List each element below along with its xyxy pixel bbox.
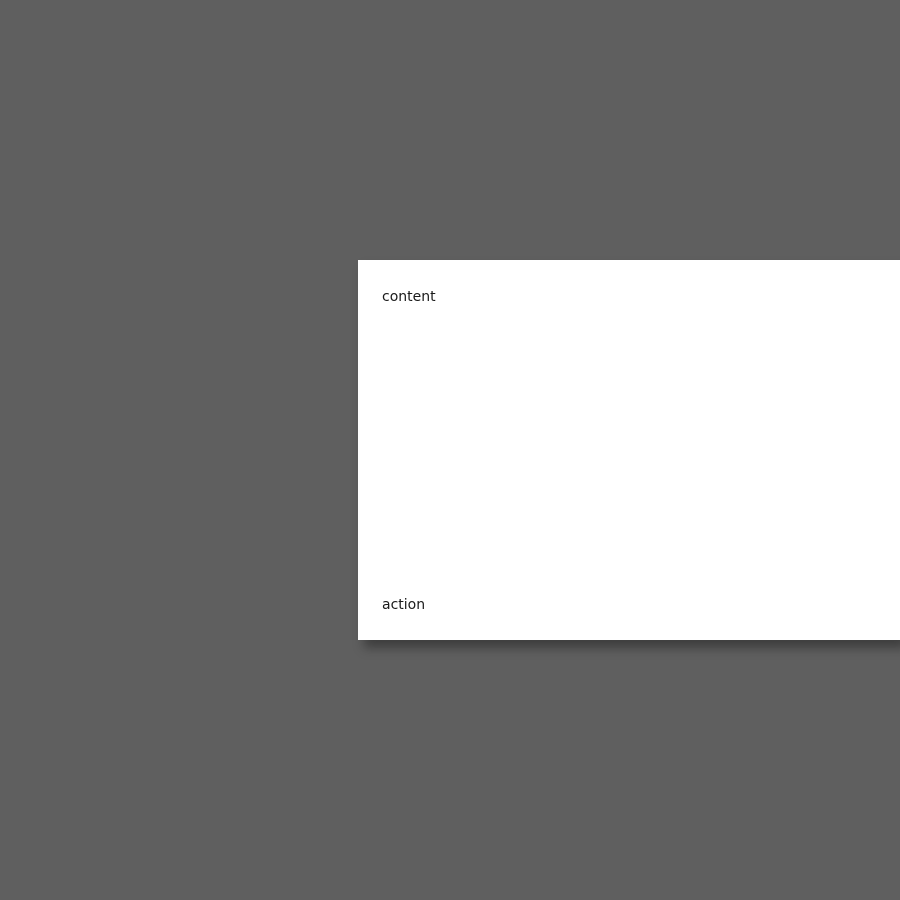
dialog-action[interactable]: action xyxy=(382,596,425,614)
dialog: content action xyxy=(358,260,900,640)
dialog-content: content xyxy=(382,289,436,305)
